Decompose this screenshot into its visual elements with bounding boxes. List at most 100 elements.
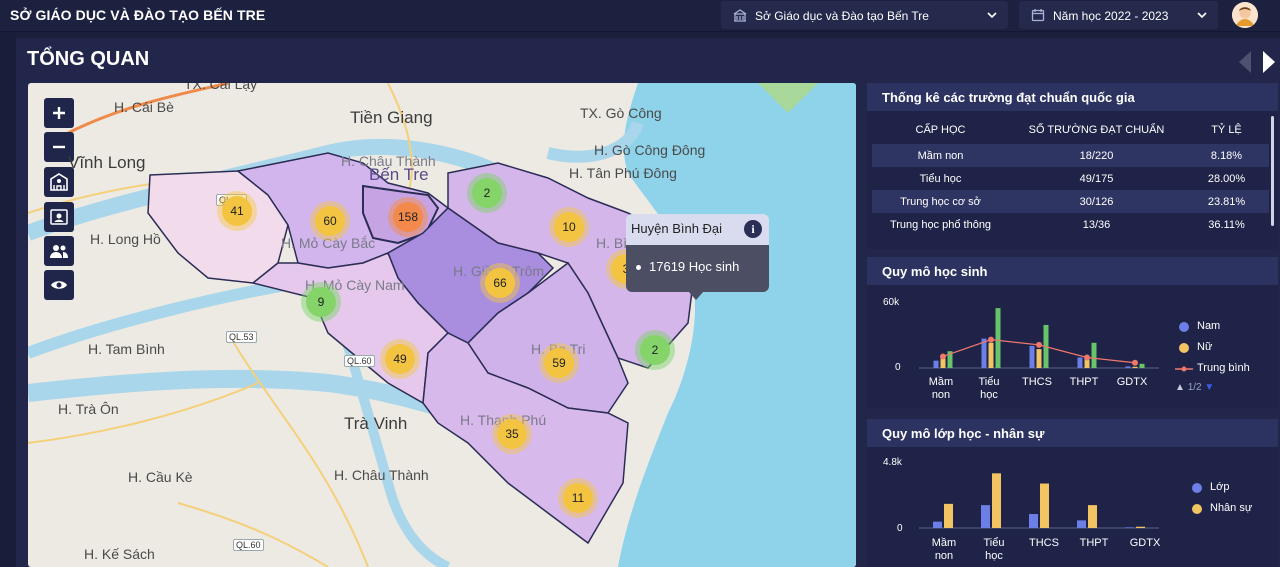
cluster-marker[interactable]: 35 (492, 414, 532, 454)
cluster-marker[interactable]: 158 (388, 197, 428, 237)
bar-Nhân sự-4[interactable] (1136, 526, 1145, 528)
cluster-count: 2 (640, 335, 670, 365)
place-label: TX. Cai Lậy (184, 83, 258, 92)
table-row: Trung học cơ sở 30/126 23.81% (872, 190, 1269, 213)
bar-series-2-4[interactable] (1139, 363, 1145, 368)
cluster-marker[interactable]: 2 (467, 173, 507, 213)
road-tag: QL.53 (226, 331, 257, 343)
place-label: TX. Gò Công (580, 105, 662, 121)
table-scrollbar[interactable] (1271, 116, 1274, 226)
cell-level: Mầm non (872, 144, 1009, 167)
average-point-2[interactable] (1036, 341, 1042, 348)
province-map[interactable]: TX. Cai Lậy H. Cái Bè Vĩnh Long H. Long … (28, 83, 856, 567)
bar-Lớp-3[interactable] (1077, 520, 1086, 528)
road-tag: QL.60 (344, 355, 375, 367)
y-tick-label: 0 (895, 362, 901, 373)
bar-Nam-4[interactable] (1125, 366, 1131, 368)
y-tick-label: 60k (883, 297, 900, 308)
tooltip-value: 17619 Học sinh (649, 259, 740, 274)
bar-Nhân sự-2[interactable] (1040, 483, 1049, 528)
eye-icon (51, 281, 67, 289)
bar-Nam-0[interactable] (933, 360, 939, 368)
bar-Nhân sự-1[interactable] (992, 473, 1001, 528)
cluster-marker[interactable]: 66 (480, 263, 520, 303)
info-icon[interactable]: i (744, 220, 762, 238)
pager-prev-icon[interactable]: ▲ (1175, 382, 1185, 393)
student-layer-button[interactable] (44, 202, 74, 232)
cluster-marker[interactable]: 10 (549, 207, 589, 247)
legend-label: Nam (1197, 320, 1221, 332)
bar-series-2-3[interactable] (1091, 342, 1097, 368)
table-row: Tiểu học 49/175 28.00% (872, 167, 1269, 190)
average-point-3[interactable] (1084, 354, 1090, 361)
x-tick-label: THPT (1079, 537, 1109, 549)
bar-Nhân sự-3[interactable] (1088, 505, 1097, 528)
next-arrow-icon[interactable] (1263, 51, 1275, 73)
legend-pager: ▲ 1/2 ▼ (1175, 382, 1214, 393)
cluster-marker[interactable]: 41 (217, 191, 257, 231)
column-header: CẤP HỌC (915, 124, 966, 136)
bar-series-2-1[interactable] (995, 308, 1001, 368)
legend-item[interactable]: Lớp (1192, 481, 1252, 502)
average-point-1[interactable] (988, 336, 994, 343)
cluster-marker[interactable]: 60 (310, 201, 350, 241)
pager-next-icon[interactable]: ▼ (1204, 382, 1214, 393)
school-year-select[interactable]: Năm học 2022 - 2023 (1019, 1, 1218, 29)
cluster-count: 59 (544, 348, 574, 378)
cluster-marker[interactable]: 11 (558, 478, 598, 518)
legend-item[interactable]: Nhân sự (1192, 502, 1252, 523)
classes-legend: Lớp Nhân sự (1192, 481, 1252, 523)
bar-Nam-3[interactable] (1077, 357, 1083, 369)
bar-Nữ-0[interactable] (940, 358, 946, 368)
legend-item[interactable]: Nữ (1179, 341, 1250, 362)
cell-ratio: 36.11% (1208, 218, 1245, 231)
bar-Lớp-4[interactable] (1125, 527, 1134, 528)
visibility-button[interactable] (44, 270, 74, 300)
chevron-down-icon (987, 12, 997, 19)
place-label: H. Gò Công Đông (594, 142, 706, 158)
bar-Lớp-2[interactable] (1029, 514, 1038, 528)
x-tick-label: Tiểu học (983, 537, 1005, 562)
bar-Nhân sự-0[interactable] (944, 503, 953, 528)
school-icon (50, 173, 68, 191)
legend-item[interactable]: Nam (1179, 320, 1250, 341)
zoom-in-button[interactable] (44, 98, 74, 128)
place-label: H. Tam Bình (88, 341, 165, 357)
bar-Nam-2[interactable] (1029, 345, 1035, 368)
bar-Lớp-0[interactable] (933, 521, 942, 528)
cell-level: Trung học cơ sở (872, 190, 1009, 213)
cluster-count: 35 (497, 419, 527, 449)
average-point-0[interactable] (940, 353, 946, 360)
table-row: Mầm non 18/220 8.18% (872, 144, 1269, 167)
app-title: SỞ GIÁO DỤC VÀ ĐÀO TẠO BẾN TRE (10, 7, 266, 23)
plus-icon (53, 107, 65, 119)
id-card-icon (50, 209, 68, 225)
tooltip-body: 17619 Học sinh (626, 245, 769, 292)
cell-ratio: 23.81% (1184, 190, 1269, 213)
cluster-marker[interactable]: 49 (380, 339, 420, 379)
bar-Lớp-1[interactable] (981, 505, 990, 528)
cell-count: 30/126 (1009, 190, 1184, 213)
x-tick-label: Mầm non (928, 376, 954, 401)
table-row: Trung học phổ thông 13/36 36.11% (872, 213, 1269, 236)
chevron-down-icon (1197, 12, 1207, 19)
place-label: H. Kế Sách (84, 546, 155, 562)
average-point-4[interactable] (1132, 359, 1138, 366)
staff-layer-button[interactable] (44, 236, 74, 266)
user-avatar[interactable] (1232, 2, 1258, 28)
prev-arrow-icon[interactable] (1239, 51, 1251, 73)
legend-label: Nữ (1197, 341, 1213, 353)
cluster-marker[interactable]: 59 (539, 343, 579, 383)
cluster-marker[interactable]: 9 (301, 282, 341, 322)
cluster-count: 10 (554, 212, 584, 242)
bar-Nữ-1[interactable] (988, 342, 994, 368)
bar-Nữ-2[interactable] (1036, 349, 1042, 368)
unit-select[interactable]: Sở Giáo dục và Đào tạo Bến Tre (721, 1, 1008, 29)
map-base-layer (28, 83, 856, 567)
legend-item[interactable]: Trung bình (1175, 362, 1250, 383)
cluster-marker[interactable]: 2 (635, 330, 675, 370)
road-tag: QL.60 (233, 539, 264, 551)
cell-level: Tiểu học (919, 172, 962, 185)
bullet-icon (636, 265, 641, 271)
bar-Nữ-4[interactable] (1132, 366, 1138, 368)
